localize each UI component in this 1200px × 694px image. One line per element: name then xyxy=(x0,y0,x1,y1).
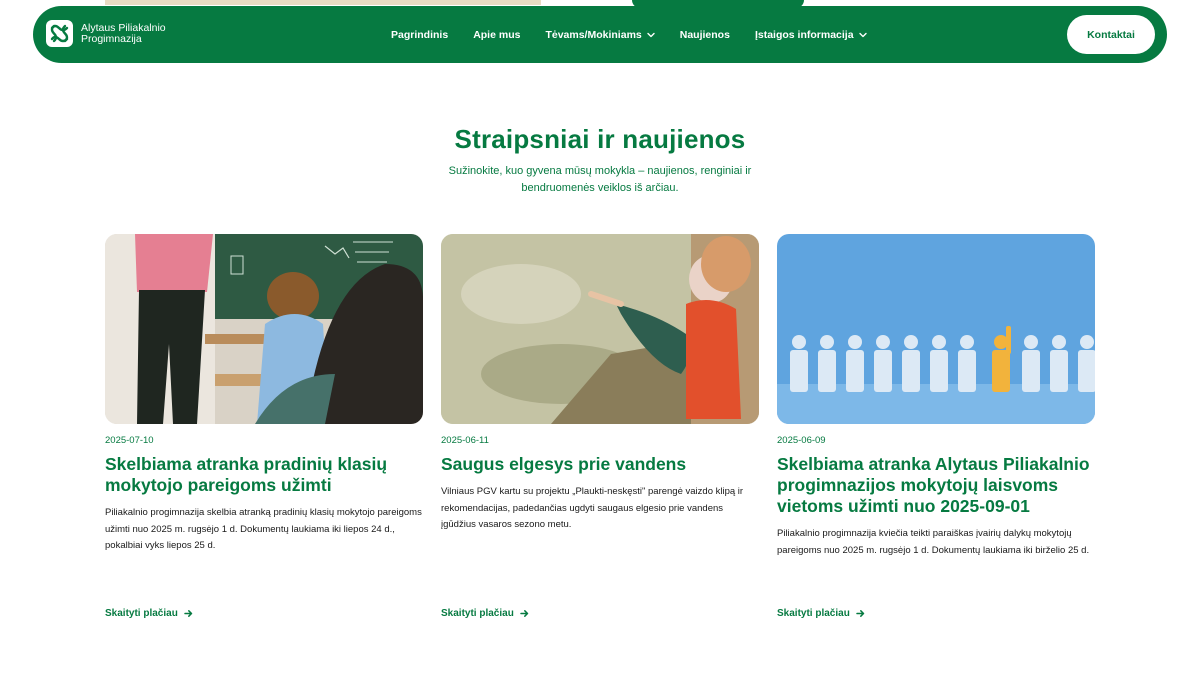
card-title[interactable]: Saugus elgesys prie vandens xyxy=(441,454,759,475)
figures-image[interactable] xyxy=(777,234,1095,424)
classroom-image[interactable] xyxy=(105,234,423,424)
news-card: 2025-07-10 Skelbiama atranka pradinių kl… xyxy=(105,234,423,619)
nav-item-naujienos[interactable]: Naujienos xyxy=(680,29,730,41)
nav-item-pagrindinis[interactable]: Pagrindinis xyxy=(391,29,448,41)
arrow-right-icon xyxy=(184,610,193,617)
card-date: 2025-06-09 xyxy=(777,435,826,446)
card-title[interactable]: Skelbiama atranka Alytaus Piliakalnio pr… xyxy=(777,454,1095,517)
nav-item-label: Įstaigos informacija xyxy=(754,28,854,41)
hero-image-edge xyxy=(105,0,541,5)
read-more-label: Skaityti plačiau xyxy=(777,608,850,619)
nav-item-label: Apie mus xyxy=(473,28,521,41)
read-more-label: Skaityti plačiau xyxy=(441,608,514,619)
read-more-link[interactable]: Skaityti plačiau xyxy=(441,608,529,619)
nav-item-apie-mus[interactable]: Apie mus xyxy=(473,29,520,41)
nav-links: Pagrindinis Apie mus Tėvams/Mokiniams Na… xyxy=(391,6,892,63)
read-more-label: Skaityti plačiau xyxy=(105,608,178,619)
read-more-link[interactable]: Skaityti plačiau xyxy=(777,608,865,619)
logo-line-2: Progimnazija xyxy=(81,32,142,45)
news-card: 2025-06-09 Skelbiama atranka Alytaus Pil… xyxy=(777,234,1095,619)
logo-line-1: Alytaus Piliakalnio xyxy=(81,21,166,34)
card-date: 2025-07-10 xyxy=(105,435,154,446)
card-excerpt: Vilniaus PGV kartu su projektu „Plaukti-… xyxy=(441,486,744,530)
card-excerpt: Piliakalnio progimnazija skelbia atranką… xyxy=(105,507,422,551)
nav-item-label: Naujienos xyxy=(679,28,730,41)
main-navbar: Alytaus Piliakalnio Progimnazija Pagrind… xyxy=(33,6,1167,63)
card-title[interactable]: Skelbiama atranka pradinių klasių mokyto… xyxy=(105,454,423,496)
news-card: 2025-06-11 Saugus elgesys prie vandens V… xyxy=(441,234,759,619)
logo-text: Alytaus Piliakalnio Progimnazija xyxy=(81,21,166,45)
section-title: Straipsniai ir naujienos xyxy=(454,124,746,154)
nav-item-tevams-mokiniams[interactable]: Tėvams/Mokiniams xyxy=(545,28,655,41)
card-excerpt: Piliakalnio progimnazija kviečia teikti … xyxy=(777,528,1090,556)
read-more-link[interactable]: Skaityti plačiau xyxy=(105,608,193,619)
nav-item-istaigos-informacija[interactable]: Įstaigos informacija xyxy=(755,29,867,41)
nav-item-label: Tėvams/Mokiniams xyxy=(545,28,642,41)
card-date: 2025-06-11 xyxy=(441,435,489,446)
chevron-down-icon xyxy=(858,32,867,37)
section-subtitle: Sužinokite, kuo gyvena mūsų mokykla – na… xyxy=(448,165,752,194)
contact-button[interactable]: Kontaktai xyxy=(1067,15,1155,54)
water-image[interactable] xyxy=(441,234,759,424)
chevron-down-icon xyxy=(647,32,655,37)
nav-item-label: Pagrindinis xyxy=(391,28,449,41)
logo-icon xyxy=(46,20,73,47)
arrow-right-icon xyxy=(856,610,865,617)
arrow-right-icon xyxy=(520,610,529,617)
site-logo[interactable]: Alytaus Piliakalnio Progimnazija xyxy=(46,20,166,47)
